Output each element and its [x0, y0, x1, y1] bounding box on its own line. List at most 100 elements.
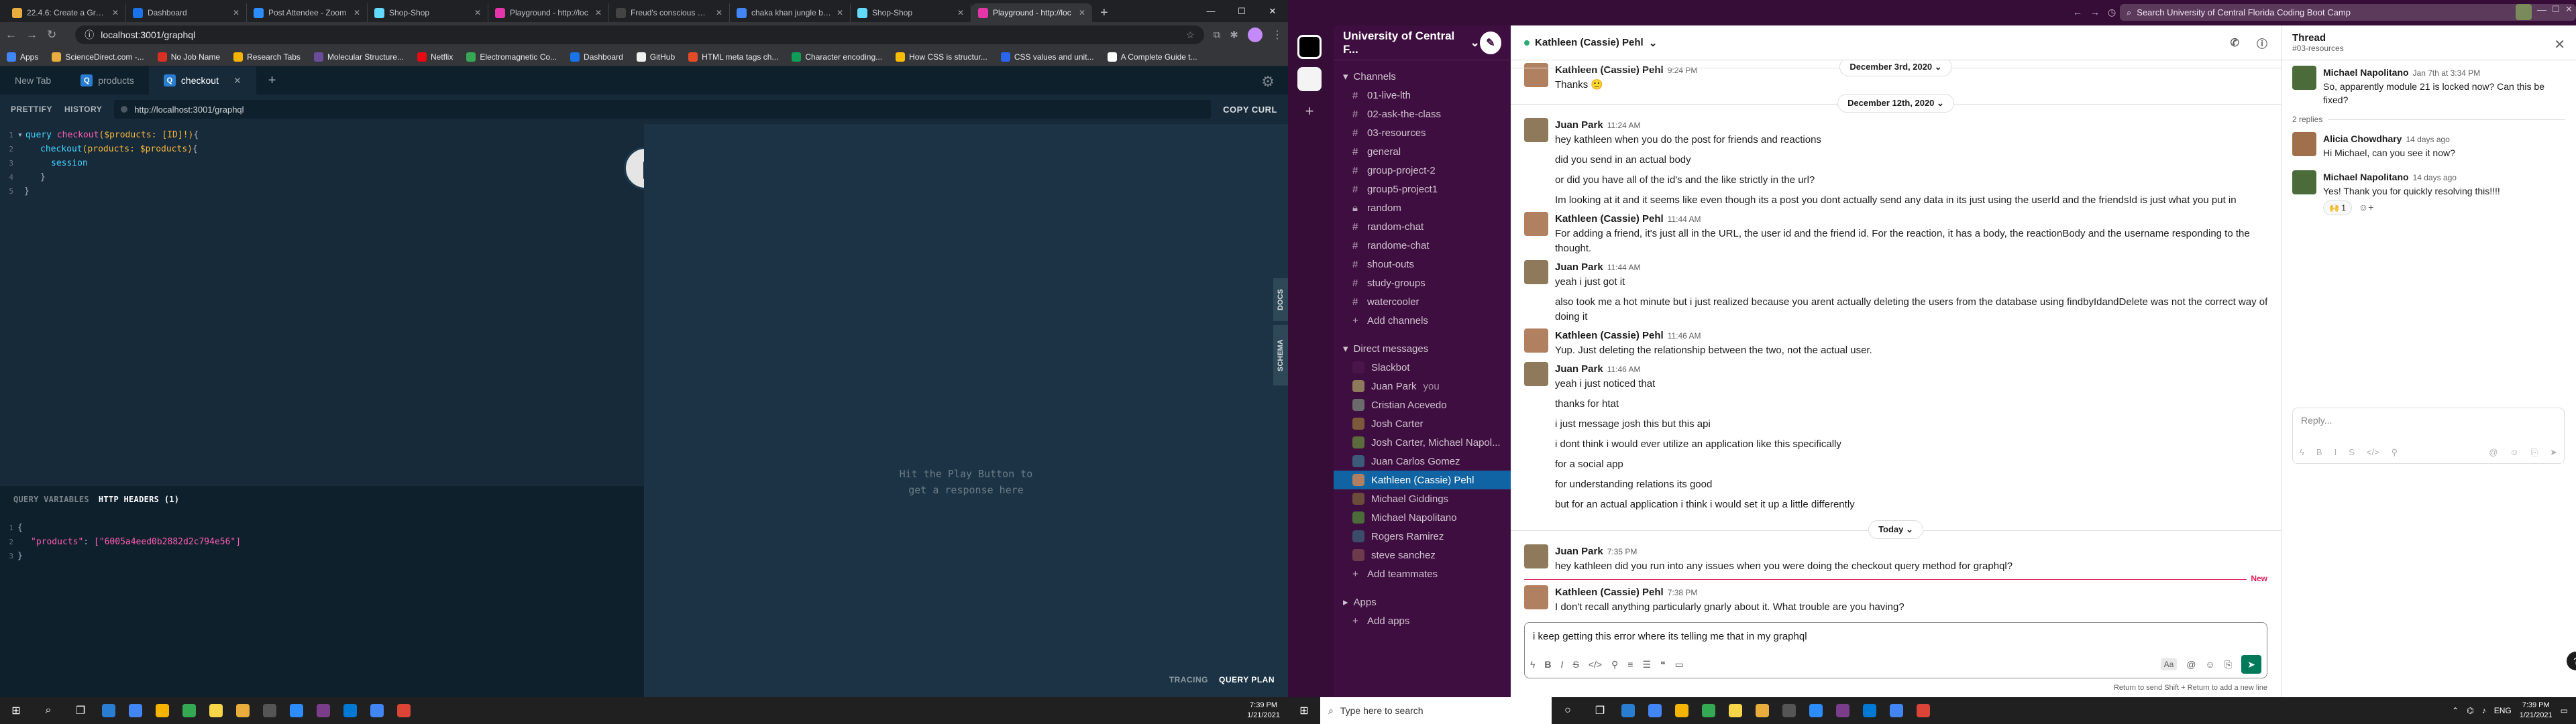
close-tab-icon[interactable]: ✕ [595, 8, 602, 17]
bookmark[interactable]: GitHub [636, 52, 675, 62]
minimize-icon[interactable]: — [1195, 0, 1226, 22]
ucf-workspace-icon[interactable] [1297, 35, 1322, 59]
query-plan-tab[interactable]: QUERY PLAN [1219, 675, 1275, 684]
chrome-profile-app-icon[interactable] [370, 704, 384, 717]
dm-item[interactable]: Rogers Ramirez [1334, 527, 1511, 546]
attach-icon[interactable]: ⎘ [2224, 659, 2232, 670]
history-button[interactable]: HISTORY [64, 105, 102, 114]
close-tab-icon[interactable]: ✕ [474, 8, 481, 17]
mention-icon[interactable]: @ [2186, 659, 2196, 670]
browser-tab[interactable]: chaka khan jungle boo ✕ [730, 3, 851, 22]
shortcuts-icon[interactable]: ϟ [2300, 447, 2304, 458]
close-window-icon[interactable]: ✕ [1257, 0, 1288, 22]
bookmark[interactable]: Dashboard [570, 52, 623, 62]
tray-chevron-icon[interactable]: ⌃ [2452, 706, 2459, 715]
sticky-notes-app-icon[interactable] [1675, 704, 1688, 717]
ordered-list-icon[interactable]: ≡ [1627, 659, 1633, 670]
composer-text[interactable]: i keep getting this error where its tell… [1525, 623, 2267, 650]
avatar[interactable] [1524, 328, 1548, 353]
channel-item[interactable]: 🔒︎ random [1334, 198, 1511, 217]
file-explorer-app-icon[interactable] [209, 704, 223, 717]
workspace-header[interactable]: University of Central F... ⌄ ✎ [1334, 25, 1511, 60]
sender-name[interactable]: Juan Park [1555, 119, 1603, 131]
mention-icon[interactable]: @ [2489, 447, 2498, 458]
notifications-icon[interactable]: ▭ [2561, 706, 2568, 715]
reaction-pill[interactable]: 🙌 1 [2323, 200, 2352, 215]
bookmark[interactable]: A Complete Guide t... [1107, 52, 1197, 62]
search-icon[interactable]: ⌕ [32, 697, 64, 724]
close-tab-icon[interactable]: ✕ [233, 75, 241, 86]
link-icon[interactable]: ⚲ [2392, 447, 2398, 458]
add-reaction-icon[interactable]: ☺+ [2359, 202, 2373, 213]
edge-app-icon[interactable] [1621, 704, 1635, 717]
italic-icon[interactable]: I [2334, 447, 2337, 458]
history-back-icon[interactable]: ← [2073, 7, 2082, 17]
close-tab-icon[interactable]: ✕ [837, 8, 843, 17]
schema-tab[interactable]: SCHEMA [1273, 325, 1288, 385]
avatar[interactable] [1524, 260, 1548, 284]
dm-item[interactable]: Josh Carter [1334, 414, 1511, 433]
channel-item[interactable]: # general [1334, 142, 1511, 161]
timestamp[interactable]: 11:46 AM [1607, 365, 1641, 374]
windows-start-icon[interactable]: ⊞ [1288, 697, 1320, 724]
sticky-app-icon[interactable] [236, 704, 250, 717]
user-avatar[interactable] [2516, 4, 2532, 20]
http-headers-tab[interactable]: HTTP HEADERS (1) [99, 495, 179, 504]
tab-new[interactable]: New Tab [0, 66, 66, 95]
bookmark[interactable]: Research Tabs [233, 52, 301, 62]
browser-tab[interactable]: 22.4.6: Create a GraphQL ✕ [5, 3, 126, 22]
browser-tab[interactable]: Post Attendee - Zoom ✕ [247, 3, 368, 22]
attach-icon[interactable]: ⎘ [2531, 447, 2538, 458]
onenote-app-icon[interactable] [1836, 704, 1849, 717]
edge-app-icon[interactable] [102, 704, 115, 717]
browser-tab[interactable]: Playground - http://loc ✕ [971, 3, 1092, 22]
copy-curl-button[interactable]: COPY CURL [1223, 105, 1277, 115]
forward-icon[interactable]: → [26, 28, 38, 41]
code-icon[interactable]: </> [2367, 447, 2379, 458]
browser-tab[interactable]: Shop-Shop ✕ [851, 3, 971, 22]
timestamp[interactable]: 11:46 AM [1668, 331, 1701, 341]
blockquote-icon[interactable]: ❝ [1660, 659, 1666, 670]
task-view-icon[interactable]: ❐ [64, 697, 97, 724]
dm-item[interactable]: Juan Carlos Gomez [1334, 452, 1511, 471]
task-view-icon[interactable]: ❐ [1584, 697, 1616, 724]
timestamp[interactable]: 7:35 PM [1607, 547, 1638, 556]
slack-search[interactable]: ⌕ Search University of Central Florida C… [2120, 4, 2576, 21]
chrome-profile-app-icon[interactable] [1890, 704, 1903, 717]
docs-tab[interactable]: DOCS [1273, 278, 1288, 321]
conversation-title[interactable]: Kathleen (Cassie) Pehl [1535, 37, 1644, 48]
timestamp[interactable]: 14 days ago [2413, 173, 2457, 182]
shortcuts-icon[interactable]: ϟ [1530, 659, 1535, 670]
sender-name[interactable]: Alicia Chowdhary [2323, 133, 2402, 144]
close-tab-icon[interactable]: ✕ [112, 8, 119, 17]
code-icon[interactable]: </> [1589, 659, 1602, 670]
sender-name[interactable]: Kathleen (Cassie) Pehl [1555, 330, 1664, 341]
add-apps-button[interactable]: + Add apps [1334, 611, 1511, 630]
browser-tab[interactable]: Dashboard ✕ [126, 3, 247, 22]
sender-name[interactable]: Juan Park [1555, 363, 1603, 375]
message-composer[interactable]: i keep getting this error where its tell… [1524, 622, 2267, 678]
prettify-button[interactable]: PRETTIFY [11, 105, 52, 114]
sender-name[interactable]: Juan Park [1555, 261, 1603, 273]
taskbar-search[interactable]: ⌕ Type here to search [1320, 697, 1552, 724]
add-teammates-button[interactable]: + Add teammates [1334, 564, 1511, 583]
chrome-alt-app-icon[interactable] [1702, 704, 1715, 717]
chrome-alt-app-icon[interactable] [182, 704, 196, 717]
file-explorer-app-icon[interactable] [1729, 704, 1742, 717]
windows-start-icon[interactable]: ⊞ [0, 697, 32, 724]
avatar[interactable] [1524, 362, 1548, 386]
reload-icon[interactable]: ↻ [47, 28, 56, 41]
extension-icon[interactable]: ⧉ [1214, 29, 1221, 41]
avatar[interactable] [2292, 66, 2316, 90]
date-pill[interactable]: December 12th, 2020 ⌄ [1837, 94, 1954, 113]
zoom-app-icon[interactable] [290, 704, 303, 717]
browser-tab[interactable]: Shop-Shop ✕ [368, 3, 488, 22]
avatar[interactable] [1524, 585, 1548, 609]
bookmark[interactable]: No Job Name [157, 52, 220, 62]
close-tab-icon[interactable]: ✕ [1079, 8, 1085, 17]
maximize-icon[interactable]: ☐ [2552, 4, 2560, 15]
apps-bookmark[interactable]: Apps [7, 52, 38, 62]
dms-section-header[interactable]: ▾ Direct messages [1334, 339, 1511, 358]
send-icon[interactable]: ➤ [2550, 447, 2557, 458]
avatar[interactable] [2292, 170, 2316, 194]
